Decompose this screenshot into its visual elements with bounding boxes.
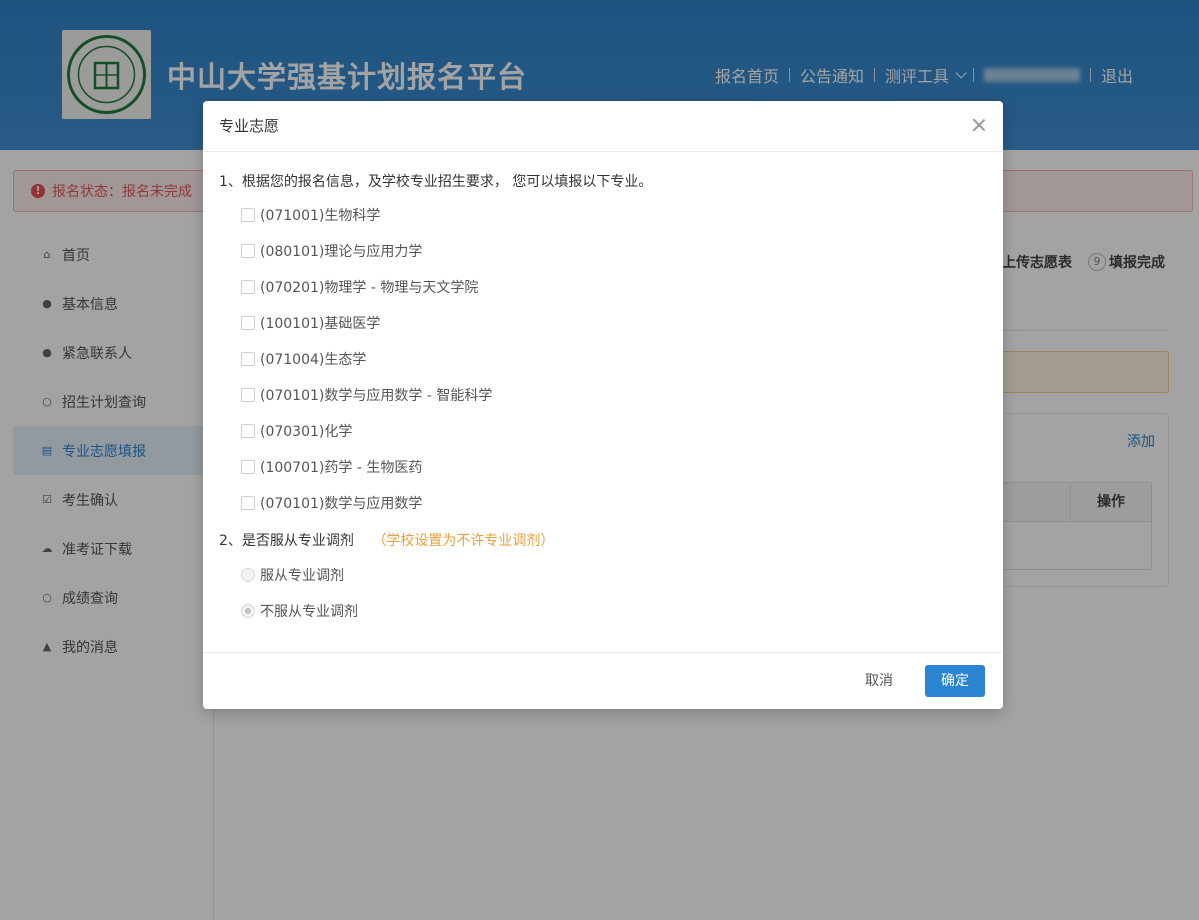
major-label: (100701)药学 - 生物医药 xyxy=(260,460,423,476)
confirm-button[interactable]: 确定 xyxy=(925,665,985,697)
question-accept-adjustment: 2、是否服从专业调剂 （学校设置为不许专业调剂） xyxy=(219,530,554,550)
dialog-title: 专业志愿 xyxy=(219,117,280,135)
major-checkbox-option[interactable]: (070301)化学 xyxy=(241,421,352,441)
major-checkbox-option[interactable]: (100101)基础医学 xyxy=(241,313,380,333)
dialog-header: 专业志愿 xyxy=(203,101,1003,152)
cancel-button[interactable]: 取消 xyxy=(861,665,897,697)
dialog-footer: 取消 确定 xyxy=(203,652,1003,709)
radio-label: 不服从专业调剂 xyxy=(260,604,358,620)
checkbox[interactable] xyxy=(241,424,255,438)
checkbox[interactable] xyxy=(241,244,255,258)
question-text: 2、是否服从专业调剂 xyxy=(219,533,354,549)
major-label: (071004)生态学 xyxy=(260,352,367,368)
major-label: (080101)理论与应用力学 xyxy=(260,244,423,260)
major-label: (070301)化学 xyxy=(260,424,353,440)
checkbox[interactable] xyxy=(241,316,255,330)
major-checkbox-option[interactable]: (080101)理论与应用力学 xyxy=(241,241,422,261)
checkbox[interactable] xyxy=(241,496,255,510)
major-label: (070201)物理学 - 物理与天文学院 xyxy=(260,280,479,296)
major-label: (100101)基础医学 xyxy=(260,316,381,332)
radio[interactable] xyxy=(241,568,255,582)
major-checkbox-option[interactable]: (100701)药学 - 生物医药 xyxy=(241,457,422,477)
close-icon[interactable] xyxy=(971,117,987,133)
checkbox[interactable] xyxy=(241,352,255,366)
checkbox[interactable] xyxy=(241,388,255,402)
checkbox[interactable] xyxy=(241,208,255,222)
radio[interactable] xyxy=(241,604,255,618)
major-checkbox-option[interactable]: (070201)物理学 - 物理与天文学院 xyxy=(241,277,478,297)
major-preference-dialog: 专业志愿 1、根据您的报名信息，及学校专业招生要求， 您可以填报以下专业。 (0… xyxy=(203,101,1003,709)
radio-label: 服从专业调剂 xyxy=(260,568,344,584)
major-checkbox-option[interactable]: (071004)生态学 xyxy=(241,349,366,369)
major-label: (070101)数学与应用数学 xyxy=(260,496,423,512)
major-label: (071001)生物科学 xyxy=(260,208,381,224)
radio-accept-adjustment[interactable]: 服从专业调剂 xyxy=(241,565,344,585)
adjustment-hint: （学校设置为不许专业调剂） xyxy=(372,533,555,549)
major-checkbox-option[interactable]: (070101)数学与应用数学 - 智能科学 xyxy=(241,385,492,405)
checkbox[interactable] xyxy=(241,460,255,474)
major-label: (070101)数学与应用数学 - 智能科学 xyxy=(260,388,493,404)
checkbox[interactable] xyxy=(241,280,255,294)
major-checkbox-option[interactable]: (071001)生物科学 xyxy=(241,205,380,225)
radio-decline-adjustment[interactable]: 不服从专业调剂 xyxy=(241,601,358,621)
major-checkbox-option[interactable]: (070101)数学与应用数学 xyxy=(241,493,422,513)
question-eligible-majors: 1、根据您的报名信息，及学校专业招生要求， 您可以填报以下专业。 xyxy=(219,174,653,190)
